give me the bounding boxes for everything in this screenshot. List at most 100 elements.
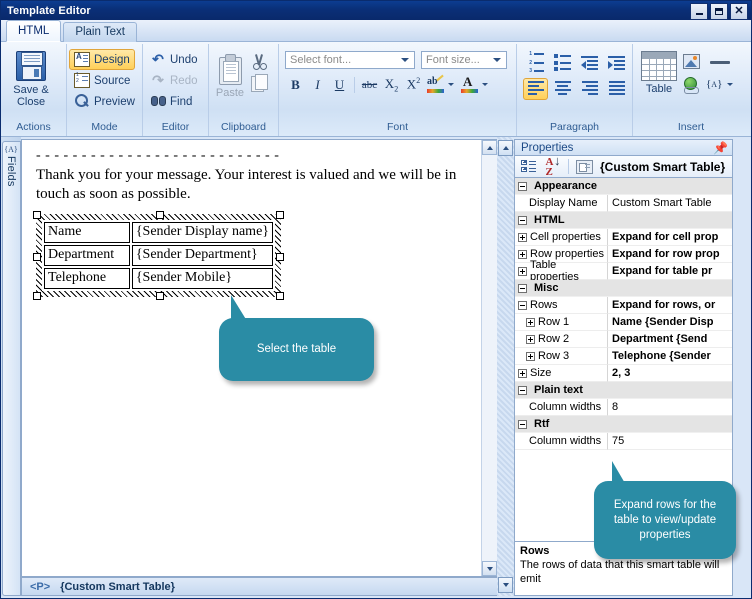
- expand-expander-icon[interactable]: [526, 317, 535, 327]
- tab-html[interactable]: HTML: [6, 20, 62, 42]
- smart-table[interactable]: Name {Sender Display name} Department {S…: [42, 220, 275, 291]
- property-value[interactable]: Name {Sender Disp: [608, 314, 732, 331]
- increase-indent-button[interactable]: [604, 53, 629, 75]
- table-row[interactable]: Telephone {Sender Mobile}: [44, 268, 273, 289]
- find-button[interactable]: Find: [145, 91, 197, 112]
- property-value[interactable]: Expand for table pr: [608, 263, 732, 280]
- insert-table-button[interactable]: Table: [641, 51, 677, 95]
- font-size-select[interactable]: Font size...: [421, 51, 507, 69]
- panel-splitter[interactable]: [497, 137, 514, 596]
- chevron-down-icon[interactable]: [482, 83, 488, 86]
- scissors-icon[interactable]: [251, 53, 268, 70]
- table-cell-value[interactable]: {Sender Department}: [131, 245, 273, 266]
- expand-expander-icon[interactable]: [526, 351, 535, 361]
- collapse-expander-icon[interactable]: [518, 300, 527, 310]
- property-value[interactable]: Custom Smart Table: [608, 195, 732, 212]
- mode-source-button[interactable]: Source: [69, 70, 135, 91]
- property-value[interactable]: 75: [608, 433, 732, 450]
- property-value[interactable]: Department {Send: [608, 331, 732, 348]
- categorized-view-button[interactable]: [518, 157, 539, 177]
- tab-plain-text[interactable]: Plain Text: [63, 22, 137, 42]
- fields-panel-tab[interactable]: {A} Fields: [1, 141, 21, 596]
- chevron-down-icon[interactable]: [727, 82, 734, 86]
- save-and-close-button[interactable]: Save & Close: [3, 47, 59, 108]
- selected-table-wrapper[interactable]: Name {Sender Display name} Department {S…: [33, 211, 284, 300]
- decrease-indent-button[interactable]: [577, 53, 602, 75]
- alphabetical-sort-button[interactable]: AZ: [542, 156, 563, 178]
- paste-button[interactable]: Paste: [211, 50, 249, 99]
- align-left-button[interactable]: [523, 78, 548, 100]
- selection-handle-top-center[interactable]: [155, 211, 164, 219]
- insert-image-icon[interactable]: [683, 54, 700, 69]
- collapse-properties-button[interactable]: [498, 140, 513, 156]
- expand-properties-button[interactable]: [498, 577, 513, 593]
- maximize-button[interactable]: [710, 3, 728, 20]
- property-category-row[interactable]: Rtf: [515, 416, 732, 433]
- bold-button[interactable]: B: [285, 74, 306, 95]
- align-justify-button[interactable]: [604, 78, 629, 100]
- table-cell-value[interactable]: {Sender Mobile}: [131, 268, 273, 289]
- property-row[interactable]: Size 2, 3: [515, 365, 732, 382]
- collapse-expander-icon[interactable]: [518, 181, 527, 191]
- expand-expander-icon[interactable]: [518, 232, 527, 242]
- font-color-button[interactable]: A: [459, 74, 480, 95]
- property-row[interactable]: Row 2 Department {Send: [515, 331, 732, 348]
- superscript-button[interactable]: X2: [403, 74, 424, 95]
- collapse-expander-icon[interactable]: [518, 419, 527, 429]
- undo-button[interactable]: ↶ Undo: [145, 49, 203, 70]
- property-value[interactable]: 8: [608, 399, 732, 416]
- horizontal-rule-icon[interactable]: [709, 55, 730, 69]
- selection-handle-bottom-center[interactable]: [155, 292, 164, 300]
- collapse-expander-icon[interactable]: [518, 283, 527, 293]
- table-cell-value[interactable]: {Sender Display name}: [131, 222, 273, 243]
- expand-expander-icon[interactable]: [518, 266, 527, 276]
- scroll-up-button[interactable]: [482, 140, 497, 155]
- pin-icon[interactable]: 📌: [713, 142, 728, 154]
- expand-expander-icon[interactable]: [518, 249, 527, 259]
- property-value[interactable]: Telephone {Sender: [608, 348, 732, 365]
- table-cell-label[interactable]: Name: [44, 222, 130, 243]
- property-value[interactable]: Expand for row prop: [608, 246, 732, 263]
- property-row[interactable]: Column widths 8: [515, 399, 732, 416]
- property-row[interactable]: Table properties Expand for table pr: [515, 259, 732, 283]
- subscript-button[interactable]: X2: [381, 74, 402, 95]
- table-row[interactable]: Name {Sender Display name}: [44, 222, 273, 243]
- property-category-row[interactable]: HTML: [515, 212, 732, 229]
- editor-vertical-scrollbar[interactable]: [481, 140, 497, 576]
- table-cell-label[interactable]: Department: [44, 245, 130, 266]
- highlight-color-button[interactable]: ab: [425, 74, 446, 95]
- mode-design-button[interactable]: Design: [69, 49, 135, 70]
- expand-expander-icon[interactable]: [526, 334, 535, 344]
- property-value[interactable]: Expand for rows, or: [608, 297, 732, 314]
- property-row[interactable]: Cell properties Expand for cell prop: [515, 229, 732, 246]
- strikethrough-button[interactable]: abc: [359, 74, 380, 95]
- property-row[interactable]: Rows Expand for rows, or: [515, 297, 732, 314]
- property-category-row[interactable]: Appearance: [515, 178, 732, 195]
- scroll-down-button[interactable]: [482, 561, 497, 576]
- selection-handle-top-right[interactable]: [276, 211, 284, 219]
- property-row[interactable]: Column widths 75: [515, 433, 732, 450]
- property-value[interactable]: Expand for cell prop: [608, 229, 732, 246]
- property-value[interactable]: 2, 3: [608, 365, 732, 382]
- selection-handle-bottom-right[interactable]: [276, 292, 284, 300]
- close-button[interactable]: ✕: [730, 3, 748, 20]
- chevron-down-icon[interactable]: [448, 83, 454, 86]
- property-row[interactable]: Display Name Custom Smart Table: [515, 195, 732, 212]
- selection-handle-middle-left[interactable]: [33, 252, 41, 261]
- expand-expander-icon[interactable]: [518, 368, 527, 378]
- collapse-expander-icon[interactable]: [518, 215, 527, 225]
- copy-icon[interactable]: [251, 74, 268, 93]
- table-row[interactable]: Department {Sender Department}: [44, 245, 273, 266]
- property-category-row[interactable]: Misc: [515, 280, 732, 297]
- bulleted-list-button[interactable]: [550, 53, 575, 75]
- font-family-select[interactable]: Select font...: [285, 51, 415, 69]
- property-row[interactable]: Row 1 Name {Sender Disp: [515, 314, 732, 331]
- property-row[interactable]: Row 3 Telephone {Sender: [515, 348, 732, 365]
- property-category-row[interactable]: Plain text: [515, 382, 732, 399]
- mode-preview-button[interactable]: Preview: [69, 91, 140, 112]
- numbered-list-button[interactable]: 1 2 3: [523, 51, 548, 75]
- selection-handle-middle-right[interactable]: [276, 252, 284, 261]
- selection-handle-top-left[interactable]: [33, 211, 41, 219]
- property-pages-button[interactable]: [574, 157, 595, 177]
- selection-handle-bottom-left[interactable]: [33, 292, 41, 300]
